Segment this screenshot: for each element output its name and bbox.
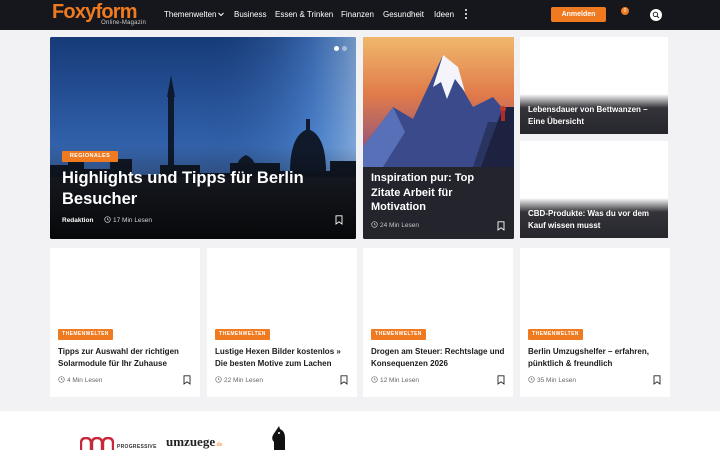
site-logo[interactable]: Foxyform Online-Magazin bbox=[52, 1, 148, 27]
chevron-down-icon bbox=[218, 12, 225, 17]
read-time-label: 4 Min Lesen bbox=[67, 377, 103, 384]
clock-icon bbox=[215, 376, 222, 383]
nav-item-gesundheit[interactable]: Gesundheit bbox=[383, 8, 424, 22]
clock-icon bbox=[528, 376, 535, 383]
feature-title[interactable]: Inspiration pur: Top Zitate Arbeit für M… bbox=[371, 171, 501, 215]
chess-knight-logo[interactable] bbox=[268, 426, 288, 450]
search-icon bbox=[652, 11, 660, 19]
slider-dot[interactable] bbox=[342, 46, 347, 51]
feature-read-time: 24 Min Lesen bbox=[371, 221, 419, 230]
article-title[interactable]: Lustige Hexen Bilder kostenlos » Die bes… bbox=[215, 346, 351, 369]
umzuege-wordmark: umzuege bbox=[166, 434, 216, 449]
category-badge[interactable]: THEMENWELTEN bbox=[58, 329, 113, 340]
read-time-label: 24 Min Lesen bbox=[380, 222, 420, 229]
hero-read-time: 17 Min Lesen bbox=[104, 216, 152, 225]
search-button[interactable] bbox=[650, 9, 662, 21]
progressive-logo[interactable] bbox=[80, 437, 114, 450]
nav-item-finanzen[interactable]: Finanzen bbox=[341, 8, 374, 22]
umzuege-suffix: .de bbox=[215, 442, 223, 448]
article-title[interactable]: Berlin Umzugshelfer – erfahren, pünktlic… bbox=[528, 346, 664, 369]
hero-title[interactable]: Highlights und Tipps für Berlin Besucher bbox=[62, 168, 332, 210]
read-time-label: 12 Min Lesen bbox=[380, 377, 420, 384]
clock-icon bbox=[371, 221, 378, 228]
bookmark-icon[interactable] bbox=[335, 215, 343, 225]
article-card[interactable] bbox=[207, 248, 357, 397]
side-card-title[interactable]: CBD-Produkte: Was du vor dem Kauf wissen… bbox=[528, 208, 664, 231]
category-badge[interactable]: THEMENWELTEN bbox=[371, 329, 426, 340]
article-read-time: 12 Min Lesen bbox=[371, 376, 419, 385]
bookmark-icon[interactable] bbox=[340, 375, 348, 385]
article-card[interactable] bbox=[520, 248, 670, 397]
progressive-label: PROGRESSIVE bbox=[117, 444, 157, 450]
read-time-label: 22 Min Lesen bbox=[224, 377, 264, 384]
bookmark-icon[interactable] bbox=[497, 375, 505, 385]
nav-item-label: Themenwelten bbox=[164, 10, 217, 19]
article-title[interactable]: Tipps zur Auswahl der richtigen Solarmod… bbox=[58, 346, 194, 369]
clock-icon bbox=[104, 216, 111, 223]
nav-item-business[interactable]: Business bbox=[234, 8, 266, 22]
read-time-label: 35 Min Lesen bbox=[537, 377, 577, 384]
mountain-climber-image bbox=[363, 37, 514, 167]
top-navbar: Foxyform Online-Magazin Themenwelten Bus… bbox=[0, 0, 720, 30]
hero-author[interactable]: Redaktion bbox=[62, 216, 93, 225]
article-read-time: 22 Min Lesen bbox=[215, 376, 263, 385]
side-card-title[interactable]: Lebensdauer von Bettwanzen – Eine Übersi… bbox=[528, 104, 664, 127]
category-badge[interactable]: THEMENWELTEN bbox=[528, 329, 583, 340]
category-badge[interactable]: THEMENWELTEN bbox=[215, 329, 270, 340]
logo-tagline: Online-Magazin bbox=[101, 20, 146, 26]
bookmark-icon[interactable] bbox=[183, 375, 191, 385]
clock-icon bbox=[371, 376, 378, 383]
more-menu-icon[interactable] bbox=[463, 9, 469, 21]
article-card[interactable] bbox=[50, 248, 200, 397]
umzuege-logo[interactable]: umzuege.de bbox=[166, 434, 222, 450]
login-button[interactable]: Anmelden bbox=[551, 7, 606, 22]
nav-item-essen-trinken[interactable]: Essen & Trinken bbox=[275, 8, 333, 22]
article-card[interactable] bbox=[363, 248, 513, 397]
slider-dots bbox=[334, 46, 348, 52]
nav-item-ideen[interactable]: Ideen bbox=[434, 8, 454, 22]
read-time-label: 17 Min Lesen bbox=[113, 217, 153, 224]
slider-dot-active[interactable] bbox=[334, 46, 339, 51]
article-read-time: 35 Min Lesen bbox=[528, 376, 576, 385]
cart-count-badge[interactable]: 0 bbox=[621, 7, 629, 15]
bookmark-icon[interactable] bbox=[497, 221, 505, 231]
article-read-time: 4 Min Lesen bbox=[58, 376, 102, 385]
article-title[interactable]: Drogen am Steuer: Rechtslage und Konsequ… bbox=[371, 346, 507, 369]
nav-item-themenwelten[interactable]: Themenwelten bbox=[164, 8, 225, 22]
category-badge[interactable]: REGIONALES bbox=[62, 151, 118, 162]
bookmark-icon[interactable] bbox=[653, 375, 661, 385]
clock-icon bbox=[58, 376, 65, 383]
